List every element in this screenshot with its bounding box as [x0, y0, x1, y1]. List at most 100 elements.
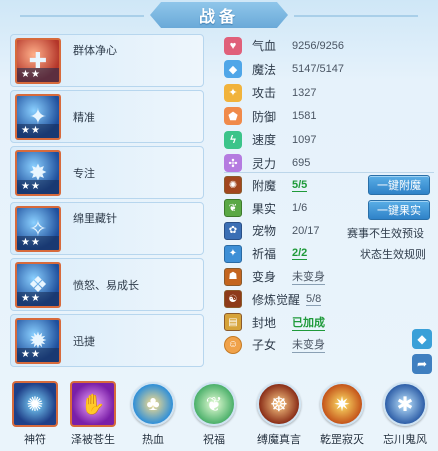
attribute-value: 1327 — [292, 86, 317, 99]
status-value: 5/5 — [292, 178, 308, 192]
skill-icon: ✸ ★★ — [15, 150, 61, 196]
fruit-icon: ❦ — [224, 199, 242, 218]
status-label: 祈福 — [252, 247, 277, 262]
defense-icon: ⬟ — [224, 107, 242, 126]
attack-icon: ✦ — [224, 83, 242, 102]
attribute-value: 9256/9256 — [292, 39, 344, 52]
bottom-skill-label: 祝福 — [203, 434, 225, 446]
bottom-skill-slot[interactable]: ✷ 乾罡寂灭 — [315, 378, 369, 451]
children-icon: ☺ — [224, 335, 242, 354]
speed-icon: ϟ — [224, 130, 242, 149]
bottom-skill-slot[interactable]: ✺ 神符 — [8, 378, 62, 451]
status-row-transform[interactable]: ☗ 变身 未变身 — [224, 265, 438, 288]
spirit-icon: ✣ — [224, 154, 242, 173]
skill-name: 愤怒、易成长 — [73, 279, 139, 292]
enchant-all-button[interactable]: 一键附魔 — [368, 175, 430, 195]
status-value: 已加成 — [292, 314, 325, 331]
skill-stars: ★★ — [17, 124, 59, 138]
skill-stars: ★★ — [17, 68, 59, 82]
status-value: 20/17 — [292, 224, 320, 237]
skill-card[interactable]: ✧ ★★ 绵里藏针 — [10, 202, 204, 255]
skill-icon: ✦ ★★ — [15, 94, 61, 140]
tournament-preset-link[interactable]: 赛事不生效预设 — [347, 225, 424, 241]
status-label: 附魔 — [252, 178, 277, 193]
heart-icon: ♥ — [224, 36, 242, 55]
skill-stars: ★★ — [17, 180, 59, 194]
status-row-children[interactable]: ☺ 子女 未变身 — [224, 334, 438, 357]
bottom-skill-bar: ✺ 神符 ✋ 泽被苍生 ♣ 热血 ❦ 祝福 ☸ 缚魔真言 ✷ 乾罡寂灭 ✱ 忘川… — [0, 378, 438, 451]
skill-card[interactable]: ❖ ★★ 愤怒、易成长 — [10, 258, 204, 311]
status-label: 封地 — [252, 315, 277, 330]
attribute-row-defense: ⬟ 防御 1581 — [224, 105, 434, 129]
skill-name: 绵里藏针 — [73, 213, 117, 225]
attribute-label: 魔法 — [252, 62, 277, 77]
status-rules-link[interactable]: 状态生效规则 — [360, 246, 426, 262]
status-label: 果实 — [252, 201, 277, 216]
annihilation-icon: ✷ — [320, 382, 364, 426]
attribute-row-hp: ♥ 气血 9256/9256 — [224, 34, 434, 58]
bottom-skill-slot[interactable]: ❦ 祝福 — [187, 378, 241, 451]
skill-card[interactable]: ✦ ★★ 精准 — [10, 90, 204, 143]
status-value: 1/6 — [292, 202, 308, 215]
skill-icon: ❖ ★★ — [15, 262, 61, 308]
title-divider-left — [20, 15, 144, 17]
attribute-list: ♥ 气血 9256/9256 ◆ 魔法 5147/5147 ✦ 攻击 1327 … — [224, 34, 434, 175]
skill-card[interactable]: ✚ ★★ 群体净心 — [10, 34, 204, 87]
bottom-skill-slot[interactable]: ♣ 热血 — [126, 378, 180, 451]
attribute-label: 速度 — [252, 133, 277, 148]
page-title: 战备 — [198, 9, 239, 26]
skill-name: 精准 — [73, 111, 95, 124]
palm-icon: ✋ — [70, 381, 116, 427]
pet-icon: ✿ — [224, 221, 242, 240]
status-row-fief[interactable]: ▤ 封地 已加成 — [224, 311, 438, 334]
bottom-skill-slot[interactable]: ✱ 忘川鬼风 — [378, 378, 432, 451]
skill-name: 专注 — [73, 167, 95, 180]
skill-list: ✚ ★★ 群体净心 ✦ ★★ 精准 ✸ ★★ 专注 ✧ ★★ 绵里藏针 ❖ ★★… — [10, 34, 204, 370]
gem-icon[interactable]: ◆ — [412, 329, 432, 349]
skill-stars: ★★ — [17, 348, 59, 362]
skill-icon: ✧ ★★ — [15, 206, 61, 252]
transform-icon: ☗ — [224, 267, 242, 286]
status-label: 宠物 — [252, 224, 277, 239]
skill-stars: ★★ — [17, 292, 59, 306]
attribute-value: 5147/5147 — [292, 63, 344, 76]
attribute-label: 防御 — [252, 109, 277, 124]
bottom-skill-label: 缚魔真言 — [257, 434, 301, 446]
attribute-label: 灵力 — [252, 156, 277, 171]
fief-icon: ▤ — [224, 313, 242, 332]
bottom-skill-label: 神符 — [24, 434, 46, 446]
skill-icon: ✹ ★★ — [15, 318, 61, 364]
cultivation-icon: ☯ — [224, 290, 242, 309]
blessing-icon: ✦ — [224, 244, 242, 263]
section-divider — [224, 172, 434, 173]
skill-icon: ✚ ★★ — [15, 38, 61, 84]
mana-icon: ◆ — [224, 60, 242, 79]
attribute-row-attack: ✦ 攻击 1327 — [224, 81, 434, 105]
hot-blood-icon: ♣ — [131, 382, 175, 426]
binding-spell-icon: ☸ — [257, 382, 301, 426]
fruit-all-button[interactable]: 一键果实 — [368, 200, 430, 220]
bottom-skill-slot[interactable]: ✋ 泽被苍生 — [66, 378, 120, 451]
title-divider-right — [294, 15, 418, 17]
attribute-value: 1097 — [292, 133, 317, 146]
status-value: 未变身 — [292, 268, 325, 286]
bottom-skill-label: 乾罡寂灭 — [320, 434, 364, 446]
attribute-row-mp: ◆ 魔法 5147/5147 — [224, 58, 434, 82]
skill-card[interactable]: ✸ ★★ 专注 — [10, 146, 204, 199]
share-icon[interactable]: ➦ — [412, 354, 432, 374]
bottom-skill-label: 热血 — [142, 434, 164, 446]
rune-icon: ✺ — [12, 381, 58, 427]
ghost-wind-icon: ✱ — [383, 382, 427, 426]
title-bar: 战备 — [0, 0, 438, 30]
skill-name: 迅捷 — [73, 335, 95, 348]
status-row-cultivation[interactable]: ☯ 修炼觉醒 5/8 — [224, 288, 438, 311]
bottom-skill-label: 泽被苍生 — [71, 434, 115, 446]
status-label: 子女 — [252, 338, 277, 353]
status-value: 2/2 — [292, 247, 308, 261]
attribute-row-speed: ϟ 速度 1097 — [224, 128, 434, 152]
skill-name: 群体净心 — [73, 45, 117, 57]
status-label: 修炼觉醒 — [252, 292, 301, 307]
attribute-label: 攻击 — [252, 86, 277, 101]
skill-card[interactable]: ✹ ★★ 迅捷 — [10, 314, 204, 367]
bottom-skill-slot[interactable]: ☸ 缚魔真言 — [252, 378, 306, 451]
